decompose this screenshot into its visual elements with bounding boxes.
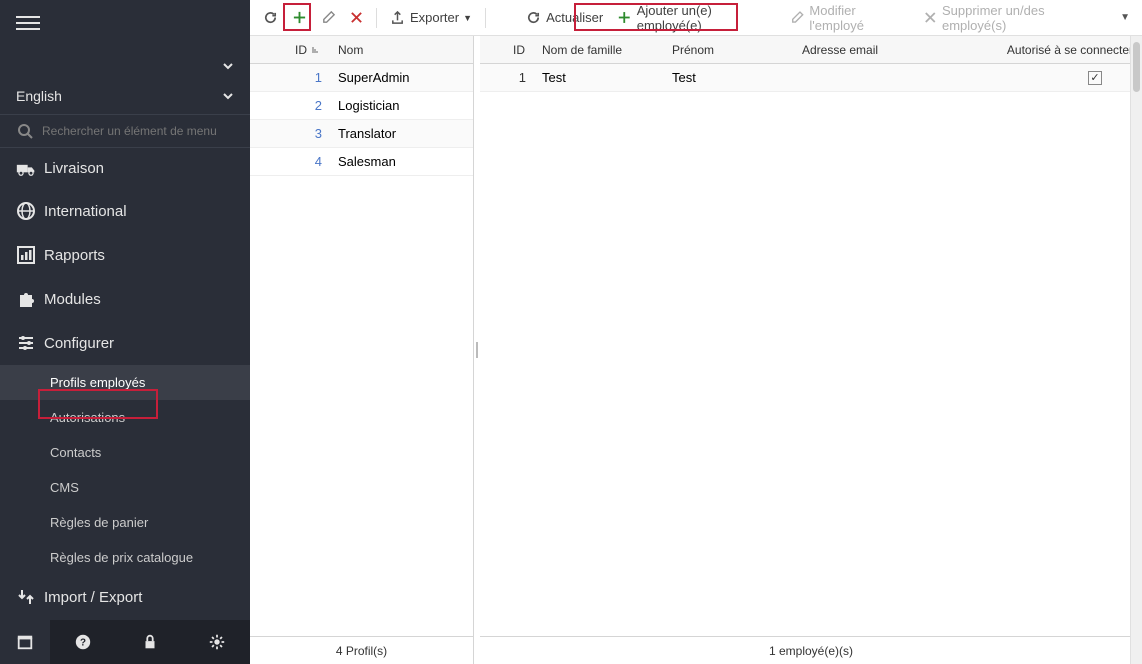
help-icon[interactable]: ?: [50, 620, 117, 664]
sidebar-item-label: Modules: [44, 291, 101, 308]
search-icon: [14, 123, 36, 139]
col-id[interactable]: ID: [250, 36, 330, 63]
refresh-button[interactable]: [257, 6, 284, 29]
table-row[interactable]: 2Logistician: [250, 92, 473, 120]
chevron-down-icon: [222, 90, 234, 102]
svg-text:?: ?: [80, 638, 86, 649]
hamburger-menu-icon[interactable]: [16, 16, 40, 30]
table-row[interactable]: 1TestTest✓: [480, 64, 1142, 92]
toolbar-overflow-dropdown[interactable]: ▼: [1114, 8, 1136, 27]
sidebar-bottom-bar: ?: [0, 620, 250, 664]
col-nom-famille[interactable]: Nom de famille: [534, 36, 664, 63]
cell-nom: SuperAdmin: [330, 64, 473, 91]
cell-auth: ✓: [964, 64, 1142, 91]
sidebar-item-livraison[interactable]: Livraison: [0, 148, 250, 189]
sidebar-item-import-export[interactable]: Import / Export: [0, 575, 250, 619]
sidebar-item-label: Import / Export: [44, 589, 142, 606]
cell-id: 1: [250, 64, 330, 91]
toolbar: Exporter ▼ Actualiser Ajouter un(e) empl…: [250, 0, 1142, 36]
main-area: Exporter ▼ Actualiser Ajouter un(e) empl…: [250, 0, 1142, 664]
table-row[interactable]: 3Translator: [250, 120, 473, 148]
add-button[interactable]: [286, 6, 313, 29]
employees-grid-footer: 1 employé(e)(s): [480, 636, 1142, 664]
import-export-icon: [16, 587, 44, 607]
sub-item-contacts[interactable]: Contacts: [0, 435, 250, 470]
col-nom[interactable]: Nom: [330, 36, 473, 63]
truck-icon: [16, 161, 44, 177]
export-button[interactable]: Exporter ▼: [384, 6, 478, 29]
sidebar-item-label: International: [44, 203, 127, 220]
scrollbar-thumb[interactable]: [1133, 42, 1140, 92]
sub-item-regles-prix[interactable]: Règles de prix catalogue: [0, 540, 250, 575]
cell-id: 1: [480, 64, 534, 91]
cell-nom-famille: Test: [534, 64, 664, 91]
profiles-grid-footer: 4 Profil(s): [250, 636, 473, 664]
sidebar-item-label: Rapports: [44, 247, 105, 264]
caret-down-icon: ▼: [463, 13, 472, 23]
configurer-submenu: Profils employés Autorisations Contacts …: [0, 365, 250, 575]
cell-nom: Salesman: [330, 148, 473, 175]
language-selector[interactable]: English: [0, 82, 250, 114]
sidebar-item-configurer[interactable]: Configurer: [0, 321, 250, 365]
col-auth[interactable]: Autorisé à se connecter: [964, 36, 1142, 63]
delete-button[interactable]: [344, 7, 369, 28]
menu-search: [0, 114, 250, 148]
sub-item-profils-employes[interactable]: Profils employés: [0, 365, 250, 400]
vertical-scrollbar[interactable]: [1130, 36, 1142, 664]
archive-icon[interactable]: [0, 620, 50, 664]
globe-icon: [16, 201, 44, 221]
chart-icon: [16, 245, 44, 265]
cell-id: 4: [250, 148, 330, 175]
sidebar-item-international[interactable]: International: [0, 189, 250, 233]
table-row[interactable]: 1SuperAdmin: [250, 64, 473, 92]
chevron-down-icon: [222, 60, 234, 72]
sliders-icon: [16, 333, 44, 353]
menu-search-input[interactable]: [42, 124, 236, 138]
sub-item-regles-panier[interactable]: Règles de panier: [0, 505, 250, 540]
col-email[interactable]: Adresse email: [794, 36, 964, 63]
col-prenom[interactable]: Prénom: [664, 36, 794, 63]
delete-employee-button[interactable]: Supprimer un/des employé(s): [918, 0, 1113, 37]
sort-asc-icon: [311, 45, 321, 55]
lock-icon[interactable]: [117, 620, 184, 664]
cell-nom: Translator: [330, 120, 473, 147]
language-label: English: [16, 88, 62, 104]
sub-item-autorisations[interactable]: Autorisations: [0, 400, 250, 435]
profiles-panel: ID Nom 1SuperAdmin2Logistician3Translato…: [250, 36, 474, 664]
puzzle-icon: [16, 289, 44, 309]
sub-item-cms[interactable]: CMS: [0, 470, 250, 505]
sidebar-item-label: Livraison: [44, 160, 104, 177]
table-row[interactable]: 4Salesman: [250, 148, 473, 176]
sidebar-item-rapports[interactable]: Rapports: [0, 233, 250, 277]
cell-id: 2: [250, 92, 330, 119]
sidebar: English Livraison International Rapports…: [0, 0, 250, 664]
col-id[interactable]: ID: [480, 36, 534, 63]
sidebar-item-label: Configurer: [44, 335, 114, 352]
edit-button[interactable]: [315, 6, 342, 29]
employees-panel: ID Nom de famille Prénom Adresse email A…: [480, 36, 1142, 664]
cell-email: [794, 64, 964, 91]
delete-employee-label: Supprimer un/des employé(s): [942, 3, 1107, 33]
cell-id: 3: [250, 120, 330, 147]
edit-employee-button[interactable]: Modifier l'employé: [784, 0, 917, 37]
account-selector[interactable]: [0, 46, 250, 82]
employees-grid-body: 1TestTest✓: [480, 64, 1142, 636]
cell-prenom: Test: [664, 64, 794, 91]
add-employee-label: Ajouter un(e) employé(e): [637, 3, 776, 33]
cell-nom: Logistician: [330, 92, 473, 119]
refresh-label: Actualiser: [546, 10, 603, 25]
refresh-employees-button[interactable]: Actualiser: [520, 6, 609, 29]
add-employee-button[interactable]: Ajouter un(e) employé(e): [611, 0, 782, 37]
employees-grid-header: ID Nom de famille Prénom Adresse email A…: [480, 36, 1142, 64]
checkbox-icon[interactable]: ✓: [1088, 71, 1102, 85]
settings-icon[interactable]: [183, 620, 250, 664]
export-label: Exporter: [410, 10, 459, 25]
profiles-grid-body: 1SuperAdmin2Logistician3Translator4Sales…: [250, 64, 473, 636]
profiles-grid-header: ID Nom: [250, 36, 473, 64]
sidebar-item-modules[interactable]: Modules: [0, 277, 250, 321]
edit-employee-label: Modifier l'employé: [809, 3, 910, 33]
